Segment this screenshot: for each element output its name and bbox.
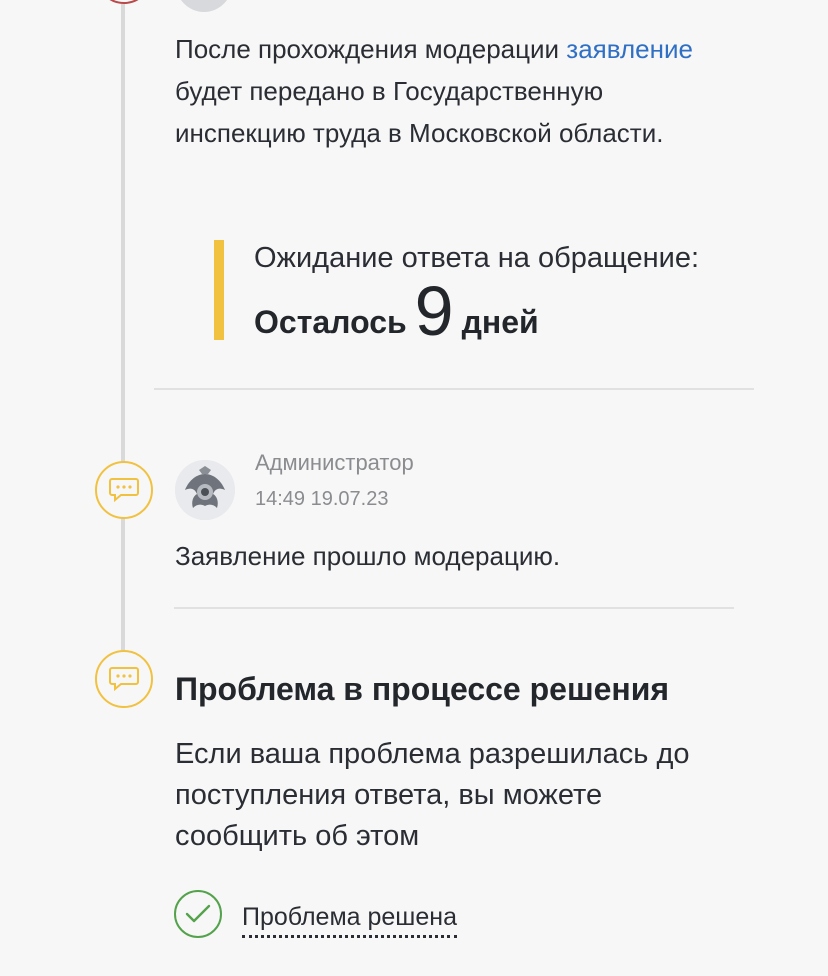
status-circle-icon bbox=[96, 0, 152, 4]
problem-title: Проблема в процессе решения bbox=[175, 671, 670, 707]
divider bbox=[154, 388, 754, 390]
countdown-suffix: дней bbox=[461, 304, 539, 340]
waiting-countdown: Осталось 9 дней bbox=[254, 270, 539, 350]
chat-bubble-icon bbox=[95, 650, 153, 708]
admin-avatar bbox=[175, 460, 235, 520]
admin-author: Администратор bbox=[255, 450, 414, 475]
problem-solved-button[interactable]: Проблема решена bbox=[174, 888, 457, 940]
statement-link[interactable]: заявление bbox=[566, 34, 693, 64]
check-icon[interactable] bbox=[174, 890, 222, 938]
problem-description: Если ваша проблема разрешилась до поступ… bbox=[175, 738, 690, 852]
timeline-page: После прохождения модерации заявление бу… bbox=[0, 0, 828, 976]
emblem-icon bbox=[175, 460, 235, 520]
countdown-days: 9 bbox=[414, 272, 454, 350]
divider bbox=[174, 607, 734, 609]
moderation-notice-text-continued: будет передано в Государственную инспекц… bbox=[175, 76, 664, 148]
waiting-panel: Ожидание ответа на обращение: Осталось 9 д… bbox=[214, 240, 734, 350]
timeline-line bbox=[121, 0, 125, 650]
admin-timestamp: 14:49 19.07.23 bbox=[255, 488, 389, 510]
chat-bubble-icon bbox=[95, 461, 153, 519]
waiting-accent-bar bbox=[214, 240, 224, 340]
problem-solved-label[interactable]: Проблема решена bbox=[242, 901, 457, 938]
moderation-notice: После прохождения модерации заявление бу… bbox=[175, 28, 735, 154]
countdown-prefix: Осталось bbox=[254, 304, 407, 340]
admin-message-text: Заявление прошло модерацию. bbox=[175, 541, 561, 571]
moderation-notice-text: После прохождения модерации bbox=[175, 34, 560, 64]
avatar bbox=[176, 0, 232, 12]
